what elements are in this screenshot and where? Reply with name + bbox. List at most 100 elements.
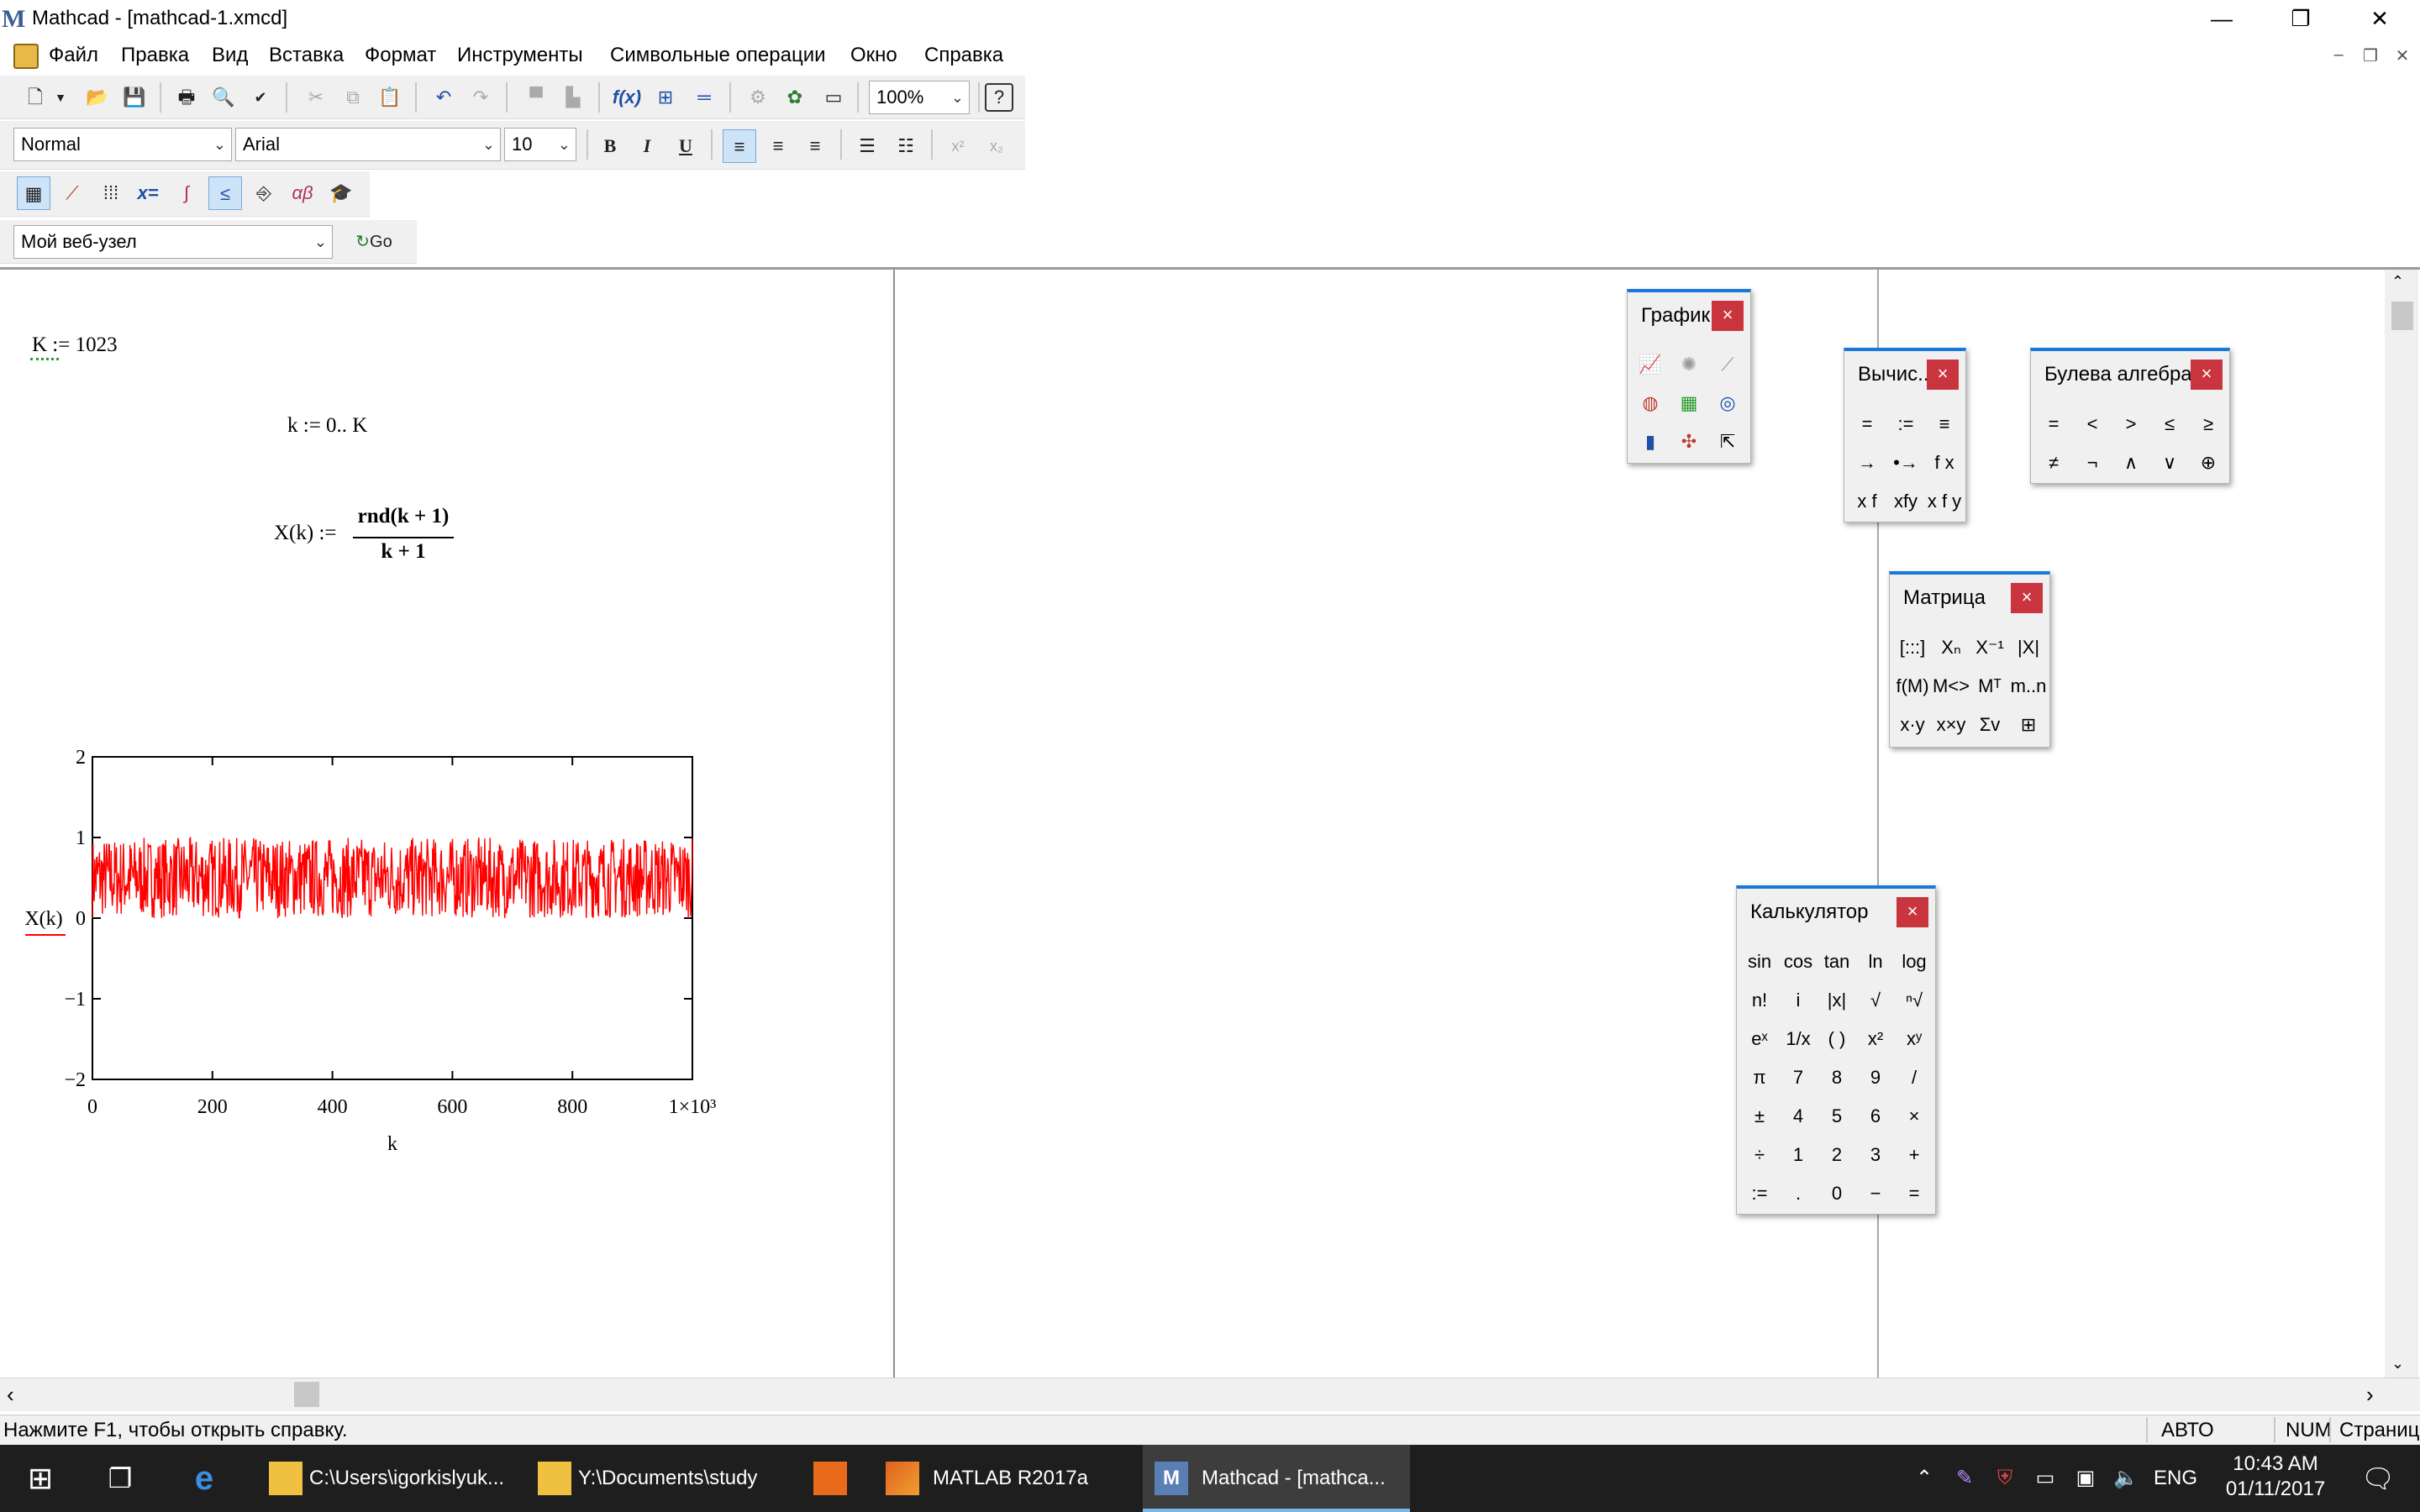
calculator-palette-button[interactable]: 1 xyxy=(1779,1136,1818,1174)
print-icon[interactable]: 🖶 xyxy=(170,81,203,114)
calculate-icon[interactable]: ═ xyxy=(687,81,721,114)
evaluation-palette-button[interactable]: x f y xyxy=(1925,482,1964,521)
align-down-icon[interactable]: ▙ xyxy=(556,81,590,114)
matrix-palette-button[interactable]: Σv xyxy=(1970,706,2009,744)
menu-view[interactable]: Вид xyxy=(207,42,253,69)
document-icon[interactable] xyxy=(13,44,39,69)
boolean-icon[interactable]: ≤ xyxy=(208,176,242,210)
evaluation-palette-button[interactable]: •→ xyxy=(1886,444,1925,482)
zoom-plot-icon[interactable]: ⟋ xyxy=(1708,346,1747,383)
surface-plot-icon[interactable]: ▦ xyxy=(1670,385,1708,422)
calculator-palette-button[interactable]: |x| xyxy=(1818,981,1856,1020)
menu-insert[interactable]: Вставка xyxy=(264,42,349,69)
matrix-palette-button[interactable]: Mᵀ xyxy=(1970,667,2009,706)
boolean-palette-button[interactable]: = xyxy=(2034,405,2073,444)
k-definition[interactable]: K := 1023 xyxy=(32,333,118,357)
calculator-palette-button[interactable]: + xyxy=(1895,1136,1933,1174)
resource-center-icon[interactable]: ✿ xyxy=(778,81,812,114)
vector-field-icon[interactable]: ⇱ xyxy=(1708,423,1747,460)
matrix-palette-button[interactable]: |X| xyxy=(2009,628,2048,667)
taskbar-item-matlab[interactable]: MATLAB R2017a xyxy=(874,1445,1126,1512)
scroll-down-icon[interactable]: ⌄ xyxy=(2391,1355,2404,1373)
graph-icon[interactable]: ⟋ xyxy=(55,176,89,210)
menu-tools[interactable]: Инструменты xyxy=(452,42,588,69)
volume-icon[interactable]: 🔈 xyxy=(2109,1445,2143,1512)
insert-unit-icon[interactable]: ⊞ xyxy=(649,81,682,114)
calculator-palette-button[interactable]: eˣ xyxy=(1740,1020,1779,1058)
calculator-icon[interactable]: ▦ xyxy=(17,176,50,210)
help-icon[interactable]: ? xyxy=(985,83,1013,112)
superscript-icon[interactable]: x² xyxy=(941,129,975,163)
evaluation-palette-close-button[interactable]: × xyxy=(1927,360,1959,390)
matrix-palette-button[interactable]: X⁻¹ xyxy=(1970,628,2009,667)
menu-window[interactable]: Окно xyxy=(845,42,902,69)
calculator-palette-button[interactable]: × xyxy=(1895,1097,1933,1136)
polar-plot-icon[interactable]: ✺ xyxy=(1670,346,1708,383)
taskbar-item-explorer-2[interactable]: Y:\Documents\study xyxy=(526,1445,778,1512)
clock[interactable]: 10:43 AM 01/11/2017 xyxy=(2208,1445,2343,1512)
open-icon[interactable]: 📂 xyxy=(81,81,114,114)
calculator-palette-button[interactable]: cos xyxy=(1779,942,1818,981)
programming-icon[interactable]: ⎆ xyxy=(247,176,281,210)
boolean-palette-button[interactable]: ¬ xyxy=(2073,444,2112,482)
new-dropdown-icon[interactable]: ▼ xyxy=(52,81,69,114)
scroll-right-icon[interactable]: › xyxy=(2366,1382,2374,1408)
taskbar-item-mathcad[interactable]: M Mathcad - [mathca... xyxy=(1143,1445,1410,1512)
calculus-icon[interactable]: ∫ xyxy=(170,176,203,210)
bar-plot-icon[interactable]: ▮ xyxy=(1631,423,1670,460)
boolean-palette-button[interactable]: ∧ xyxy=(2112,444,2150,482)
calculator-palette-button[interactable]: √ xyxy=(1856,981,1895,1020)
cut-icon[interactable]: ✂ xyxy=(299,81,333,114)
vertical-scrollbar[interactable]: ⌃ ⌄ xyxy=(2385,270,2418,1380)
calculator-palette-button[interactable]: ln xyxy=(1856,942,1895,981)
xy-plot-icon[interactable]: 📈 xyxy=(1631,346,1670,383)
calculator-palette-button[interactable]: x² xyxy=(1856,1020,1895,1058)
matrix-palette-close-button[interactable]: × xyxy=(2011,583,2043,613)
xy-plot[interactable]: 210−1−20 200 400 600 800 1×10³kX(k) xyxy=(17,740,748,1429)
scroll-up-icon[interactable]: ⌃ xyxy=(2391,273,2404,291)
symbolic-icon[interactable]: 🎓 xyxy=(324,176,358,210)
matrix-palette-button[interactable]: x·y xyxy=(1893,706,1932,744)
hscroll-thumb[interactable] xyxy=(294,1382,319,1407)
chevron-up-icon[interactable]: ⌃ xyxy=(1907,1445,1941,1512)
calculator-palette-button[interactable]: 8 xyxy=(1818,1058,1856,1097)
calculator-palette-button[interactable]: . xyxy=(1779,1174,1818,1213)
mdi-close-button[interactable]: ✕ xyxy=(2388,45,2417,67)
boolean-palette-close-button[interactable]: × xyxy=(2191,360,2223,390)
graph-palette-close-button[interactable]: × xyxy=(1712,301,1744,331)
mdi-minimize-button[interactable]: – xyxy=(2324,45,2353,67)
calculator-palette-button[interactable]: 7 xyxy=(1779,1058,1818,1097)
calculator-palette-button[interactable]: i xyxy=(1779,981,1818,1020)
maximize-button[interactable]: ❐ xyxy=(2264,0,2338,39)
bullets-icon[interactable]: ☰ xyxy=(850,129,884,163)
calculator-palette-button[interactable]: ÷ xyxy=(1740,1136,1779,1174)
calculator-palette-button[interactable]: 2 xyxy=(1818,1136,1856,1174)
network-icon[interactable]: ▣ xyxy=(2069,1445,2102,1512)
italic-button[interactable]: I xyxy=(630,129,664,163)
function-lhs[interactable]: X(k) := xyxy=(274,522,337,545)
boolean-palette-button[interactable]: ≤ xyxy=(2150,405,2189,444)
calculator-palette-button[interactable]: 5 xyxy=(1818,1097,1856,1136)
calculator-palette-button[interactable]: − xyxy=(1856,1174,1895,1213)
matrix-palette-button[interactable]: m..n xyxy=(2009,667,2048,706)
taskbar-item-pdf[interactable] xyxy=(795,1445,867,1512)
preview-icon[interactable]: 🔍 xyxy=(207,81,240,114)
polar-icon[interactable]: ◍ xyxy=(1631,385,1670,422)
calculator-palette-button[interactable]: tan xyxy=(1818,942,1856,981)
align-top-icon[interactable]: ▀ xyxy=(519,81,553,114)
copy-icon[interactable]: ⧉ xyxy=(336,81,370,114)
matrix-palette-button[interactable]: M<> xyxy=(1932,667,1970,706)
calculator-palette-button[interactable]: n! xyxy=(1740,981,1779,1020)
boolean-palette-button[interactable]: < xyxy=(2073,405,2112,444)
evaluation-palette-button[interactable]: x f xyxy=(1848,482,1886,521)
contour-plot-icon[interactable]: ◎ xyxy=(1708,385,1747,422)
matrix-palette-button[interactable]: Xₙ xyxy=(1932,628,1970,667)
style-select[interactable]: Normal ⌄ xyxy=(13,128,232,161)
align-left-icon[interactable]: ≡ xyxy=(723,129,756,163)
window-icon[interactable]: ▭ xyxy=(817,81,850,114)
minimize-button[interactable]: — xyxy=(2185,0,2259,39)
scroll-thumb[interactable] xyxy=(2391,302,2413,330)
evaluation-palette-button[interactable]: := xyxy=(1886,405,1925,444)
subscript-icon[interactable]: x₂ xyxy=(980,129,1013,163)
calculator-palette-button[interactable]: 0 xyxy=(1818,1174,1856,1213)
